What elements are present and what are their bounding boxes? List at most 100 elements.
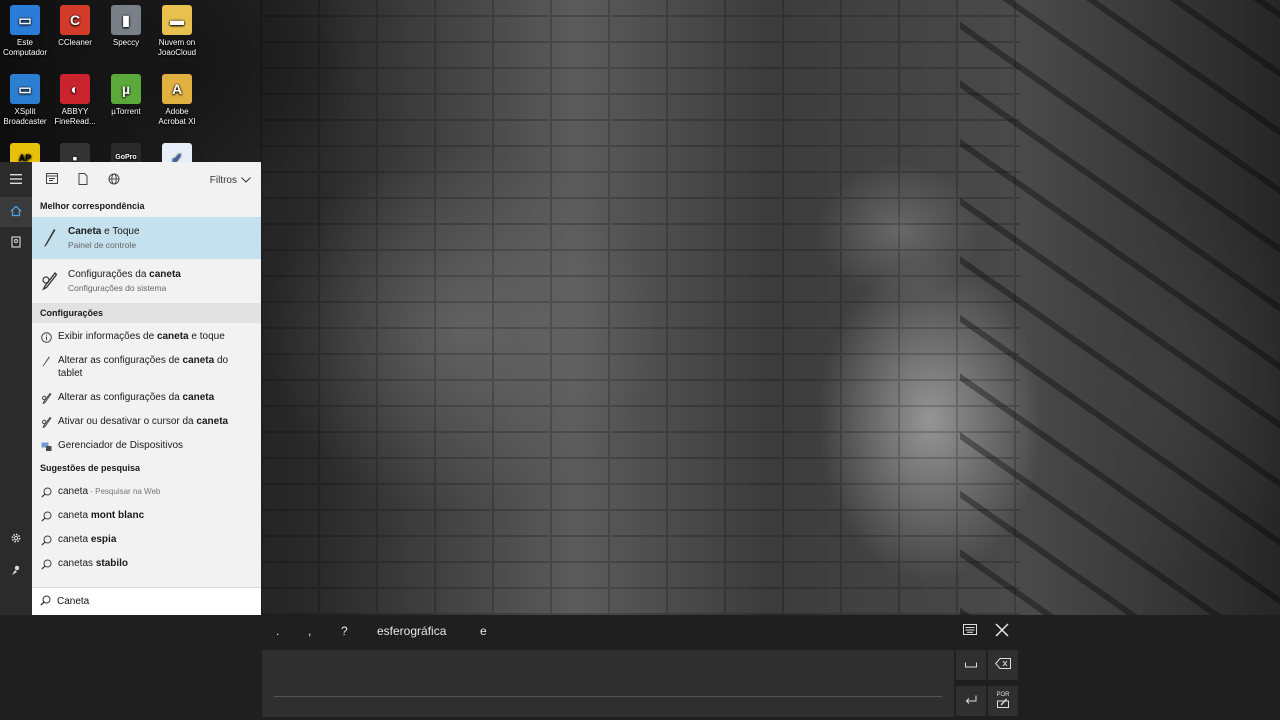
- settings-header: Configurações: [32, 303, 261, 323]
- search-suggestion[interactable]: caneta - Pesquisar na Web: [32, 485, 261, 498]
- xsplit-icon: ▭: [10, 74, 40, 104]
- settings-item[interactable]: Ativar ou desativar o cursor da caneta: [32, 415, 261, 428]
- backspace-key[interactable]: [988, 650, 1018, 680]
- keyboard-suggestion[interactable]: e: [480, 624, 487, 638]
- wallpaper-stairs: [960, 0, 1280, 615]
- desktop-shortcut-label: µTorrent: [111, 107, 141, 116]
- desktop-shortcut-label: ABBYY FineRead...: [54, 107, 96, 126]
- search-icon: [40, 558, 52, 570]
- enter-icon: [965, 695, 977, 708]
- settings-item-bold: caneta: [196, 416, 229, 427]
- keyboard-icon: [963, 624, 977, 638]
- best-match-title-bold: Caneta: [68, 226, 102, 237]
- pen-settings-subtitle: Configurações do sistema: [68, 283, 167, 293]
- suggestion-bold: espia: [90, 534, 117, 545]
- chevron-down-icon: [241, 175, 251, 186]
- pen-input-icon: [997, 698, 1009, 711]
- space-key[interactable]: [956, 650, 986, 680]
- search-box: [32, 587, 261, 615]
- settings-item-pre: Alterar as configurações de: [58, 355, 183, 366]
- hamburger-menu-button[interactable]: [0, 165, 32, 195]
- settings-item[interactable]: Alterar as configurações de caneta do ta…: [32, 354, 252, 380]
- home-icon: [10, 205, 22, 220]
- panel-toolbar: Filtros: [32, 162, 261, 198]
- enter-key[interactable]: [956, 686, 986, 716]
- search-suggestion[interactable]: caneta mont blanc: [32, 509, 261, 522]
- settings-item[interactable]: Alterar as configurações da caneta: [32, 391, 261, 404]
- desktop-shortcut-label: Nuvem on JoaoCloud: [157, 38, 197, 57]
- suggestion-muted: - Pesquisar na Web: [88, 487, 161, 496]
- pen-settings-icon: [32, 263, 68, 299]
- desktop-shortcut[interactable]: µ µTorrent: [101, 74, 151, 117]
- notebook-icon: [10, 235, 22, 251]
- notebook-button[interactable]: [0, 228, 32, 258]
- best-match-subtitle: Painel de controle: [68, 240, 137, 250]
- documents-filter-button[interactable]: [72, 169, 94, 191]
- settings-item[interactable]: Exibir informações de caneta e toque: [32, 330, 261, 343]
- pen-icon: [32, 220, 68, 256]
- desktop-shortcut-label: Este Computador: [2, 38, 48, 57]
- suggestion-text: caneta: [58, 534, 91, 545]
- settings-item-bold: caneta: [156, 331, 189, 342]
- language-key[interactable]: POR: [988, 686, 1018, 716]
- search-suggestion[interactable]: canetas stabilo: [32, 557, 261, 570]
- desktop-shortcut[interactable]: ◐ ABBYY FineRead...: [50, 74, 100, 127]
- computer-icon: ▭: [10, 5, 40, 35]
- search-suggestions-header: Sugestões de pesquisa: [40, 463, 141, 473]
- document-icon: [78, 172, 88, 188]
- backspace-icon: [995, 658, 1011, 672]
- keyboard-layout-button[interactable]: [959, 620, 981, 642]
- keyboard-suggestion[interactable]: ?: [341, 624, 348, 638]
- acrobat-icon: A: [162, 74, 192, 104]
- settings-item-bold: caneta: [182, 392, 215, 403]
- best-match-title-rest: e Toque: [101, 226, 140, 237]
- feedback-button[interactable]: [0, 556, 32, 586]
- suggestion-text: caneta: [58, 510, 91, 521]
- handwriting-baseline: [274, 696, 942, 697]
- desktop-shortcut[interactable]: ▭ Este Computador: [0, 5, 50, 58]
- desktop-shortcut[interactable]: ▮ Speccy: [101, 5, 151, 48]
- settings-item-pre: Alterar as configurações da: [58, 392, 183, 403]
- desktop-shortcut[interactable]: ▭ XSplit Broadcaster: [0, 74, 50, 127]
- feedback-icon: [10, 564, 22, 579]
- desktop-shortcut[interactable]: A Adobe Acrobat XI: [152, 74, 202, 127]
- desktop-shortcut-label: Adobe Acrobat XI: [158, 107, 196, 126]
- keyboard-suggestion[interactable]: .: [276, 624, 279, 638]
- search-input[interactable]: [57, 596, 237, 607]
- hamburger-icon: [10, 173, 22, 187]
- globe-icon: [108, 173, 120, 188]
- search-icon: [40, 510, 52, 522]
- search-suggestion[interactable]: caneta espia: [32, 533, 261, 546]
- pen-settings-title-bold: caneta: [149, 269, 181, 280]
- home-button[interactable]: [0, 197, 32, 227]
- settings-item-pre: Exibir informações de: [58, 331, 157, 342]
- info-icon: [40, 331, 52, 343]
- keyboard-suggestion[interactable]: esferográfica: [377, 624, 446, 638]
- best-match-item-pen-touch[interactable]: Caneta e Toque Painel de controle: [32, 217, 261, 259]
- handwriting-area[interactable]: [262, 650, 954, 717]
- settings-item-post: e toque: [188, 331, 225, 342]
- utorrent-icon: µ: [111, 74, 141, 104]
- keyboard-close-button[interactable]: [991, 620, 1013, 642]
- desktop-shortcut-label: CCleaner: [58, 38, 92, 47]
- web-filter-button[interactable]: [103, 169, 125, 191]
- settings-button[interactable]: [0, 524, 32, 554]
- desktop-shortcut-label: XSplit Broadcaster: [3, 107, 47, 126]
- keyboard-suggestion[interactable]: ,: [308, 624, 311, 638]
- pen-settings-icon: [40, 416, 52, 428]
- search-icon: [40, 486, 52, 498]
- start-rail: [0, 162, 32, 615]
- best-match-item-pen-settings[interactable]: Configurações da caneta Configurações do…: [32, 260, 261, 302]
- search-icon: [40, 534, 52, 546]
- ccleaner-icon: C: [60, 5, 90, 35]
- filters-dropdown[interactable]: Filtros: [210, 175, 251, 186]
- desktop-shortcut[interactable]: C CCleaner: [50, 5, 100, 48]
- desktop-shortcut-label: Speccy: [112, 38, 140, 47]
- settings-item[interactable]: Gerenciador de Dispositivos: [32, 439, 261, 452]
- desktop-shortcut[interactable]: ▬ Nuvem on JoaoCloud: [152, 5, 202, 58]
- apps-filter-button[interactable]: [41, 169, 63, 191]
- settings-item-bold: caneta: [182, 355, 215, 366]
- pen-icon: [40, 355, 52, 367]
- speccy-icon: ▮: [111, 5, 141, 35]
- pen-settings-title-pre: Configurações da: [68, 269, 150, 280]
